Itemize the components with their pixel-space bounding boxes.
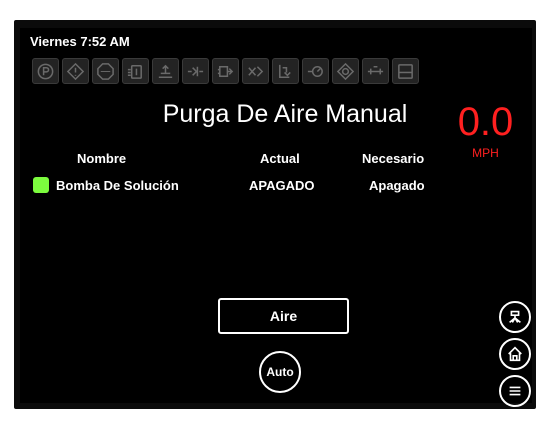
park-icon[interactable] xyxy=(32,58,59,84)
fill-icon[interactable] xyxy=(272,58,299,84)
home-icon xyxy=(508,346,522,362)
display-screen: Viernes 7:52 AM Purga De Aire Manual 0.0… xyxy=(20,28,532,407)
boom-icon[interactable] xyxy=(362,58,389,84)
aire-button[interactable]: Aire xyxy=(218,298,349,334)
row-actual: APAGADO xyxy=(249,178,315,193)
page-title: Purga De Aire Manual xyxy=(162,100,408,128)
valve-out-icon[interactable] xyxy=(212,58,239,84)
sprayer-button[interactable] xyxy=(499,301,531,333)
tank-agitation-icon[interactable] xyxy=(122,58,149,84)
toolbar xyxy=(32,58,419,84)
valve-in-icon[interactable] xyxy=(182,58,209,84)
sprayer-icon xyxy=(509,310,521,324)
screen-icon[interactable] xyxy=(392,58,419,84)
menu-button[interactable] xyxy=(499,375,531,407)
warning-icon[interactable] xyxy=(62,58,89,84)
column-header-name: Nombre xyxy=(77,151,127,166)
boom-lift-icon[interactable] xyxy=(152,58,179,84)
column-header-actual: Actual xyxy=(260,151,300,166)
home-button[interactable] xyxy=(499,338,531,370)
stop-icon[interactable] xyxy=(92,58,119,84)
rinse-icon[interactable] xyxy=(242,58,269,84)
status-indicator xyxy=(33,177,49,193)
pump-icon[interactable] xyxy=(302,58,329,84)
gauge-icon[interactable] xyxy=(332,58,359,84)
auto-button[interactable]: Auto xyxy=(259,351,301,393)
status-bar: Viernes 7:52 AM xyxy=(20,28,532,88)
datetime: Viernes 7:52 AM xyxy=(30,34,130,49)
row-required: Apagado xyxy=(369,178,425,193)
column-header-required: Necesario xyxy=(362,151,425,166)
speed-unit: MPH xyxy=(472,146,499,160)
speed-value: 0.0 xyxy=(457,100,514,144)
row-name: Bomba De Solución xyxy=(56,178,179,193)
menu-icon xyxy=(509,386,521,396)
